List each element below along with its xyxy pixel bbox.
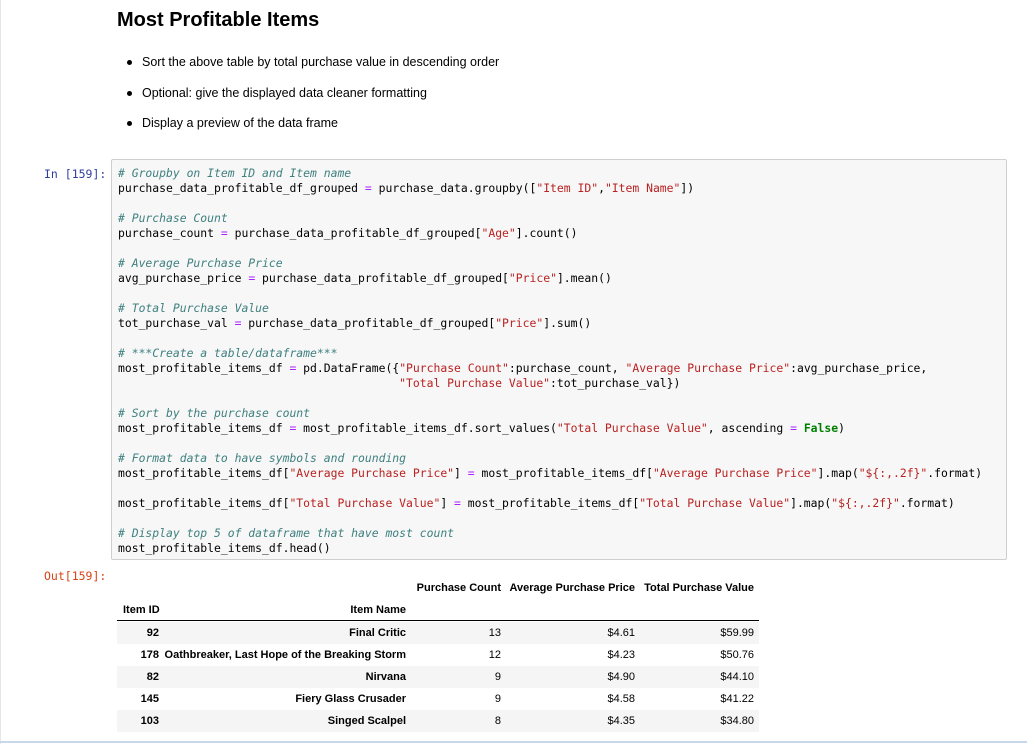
table-row: [117, 622, 759, 644]
index-name-item-id: Item ID: [123, 604, 160, 616]
input-prompt: In [159]:: [44, 167, 107, 181]
table-header-rule: [117, 620, 759, 621]
list-item-text: Optional: give the displayed data cleane…: [142, 85, 427, 100]
code-line: most_profitable_items_df = most_profitab…: [118, 421, 845, 435]
code-comment-line: # Purchase Count: [118, 211, 228, 225]
row-item-id: 145: [140, 693, 159, 705]
cell-purchase-count: 12: [488, 649, 501, 661]
row-item-id: 82: [146, 671, 159, 683]
code-comment-line: # Format data to have symbols and roundi…: [118, 451, 407, 465]
table-row: [117, 710, 759, 732]
cell-average-price: $4.58: [607, 693, 635, 705]
row-item-name: Nirvana: [365, 671, 406, 683]
code-line: most_profitable_items_df = pd.DataFrame(…: [118, 361, 928, 375]
code-line: "Total Purchase Value":tot_purchase_val}…: [399, 376, 681, 390]
cell-purchase-count: 13: [488, 627, 501, 639]
code-comment-line: # Total Purchase Value: [118, 301, 269, 315]
code-line: avg_purchase_price = purchase_data_profi…: [118, 271, 612, 285]
code-line: most_profitable_items_df["Average Purcha…: [118, 466, 983, 480]
list-item: Display a preview of the data frame: [117, 114, 499, 145]
list-item: Sort the above table by total purchase v…: [117, 53, 499, 84]
row-item-id: 103: [140, 715, 159, 727]
code-comment-line: # Display top 5 of dataframe that have m…: [118, 526, 455, 540]
cell-average-price: $4.35: [607, 715, 635, 727]
code-line: most_profitable_items_df.head(): [118, 541, 331, 555]
cell-purchase-count: 9: [494, 671, 501, 683]
cell-total-value: $59.99: [720, 627, 754, 639]
next-cell-border: [0, 741, 1027, 743]
column-header: Average Purchase Price: [509, 582, 635, 594]
code-comment-line: # Sort by the purchase count: [118, 406, 311, 420]
code-line: tot_purchase_val = purchase_data_profita…: [118, 316, 592, 330]
index-name-item-name: Item Name: [350, 604, 406, 616]
list-item-text: Display a preview of the data frame: [142, 116, 338, 130]
cell-total-value: $41.22: [720, 693, 754, 705]
list-item-text: Sort the above table by total purchase v…: [142, 55, 500, 69]
cell-average-price: $4.90: [607, 671, 635, 683]
row-item-name: Final Critic: [349, 627, 406, 639]
cell-total-value: $34.80: [720, 715, 754, 727]
column-header: Total Purchase Value: [644, 582, 754, 594]
table-row: [117, 666, 759, 688]
section-title: Most Profitable Items: [117, 9, 320, 31]
instruction-list: Sort the above table by total purchase v…: [117, 53, 499, 145]
cell-average-price: $4.23: [607, 649, 635, 661]
output-prompt: Out[159]:: [44, 569, 107, 583]
row-item-name: Oathbreaker, Last Hope of the Breaking S…: [164, 649, 406, 661]
row-item-id: 92: [146, 627, 159, 639]
code-editor[interactable]: # Groupby on Item ID and Item name purcha…: [111, 159, 1007, 560]
bullet-icon: [127, 60, 132, 65]
row-item-name: Singed Scalpel: [327, 715, 406, 727]
cell-total-value: $50.76: [720, 649, 754, 661]
bullet-icon: [127, 90, 132, 96]
cell-average-price: $4.61: [607, 627, 635, 639]
code-line: most_profitable_items_df["Total Purchase…: [118, 496, 955, 510]
code-line: purchase_data_profitable_df_grouped = pu…: [118, 181, 695, 195]
row-item-name: Fiery Glass Crusader: [295, 693, 406, 705]
row-item-id: 178: [140, 649, 159, 661]
cell-purchase-count: 8: [494, 715, 501, 727]
cell-purchase-count: 9: [494, 693, 501, 705]
code-comment-line: # Groupby on Item ID and Item name: [118, 166, 352, 180]
list-item: Optional: give the displayed data cleane…: [117, 84, 499, 115]
bullet-icon: [127, 121, 132, 126]
code-comment-line: # ***Create a table/dataframe***: [118, 346, 338, 360]
notebook-left-border: [0, 0, 1, 744]
code-line: purchase_count = purchase_data_profitabl…: [118, 226, 578, 240]
code-comment-line: # Average Purchase Price: [118, 256, 283, 270]
column-header: Purchase Count: [416, 582, 501, 594]
cell-total-value: $44.10: [720, 671, 754, 683]
